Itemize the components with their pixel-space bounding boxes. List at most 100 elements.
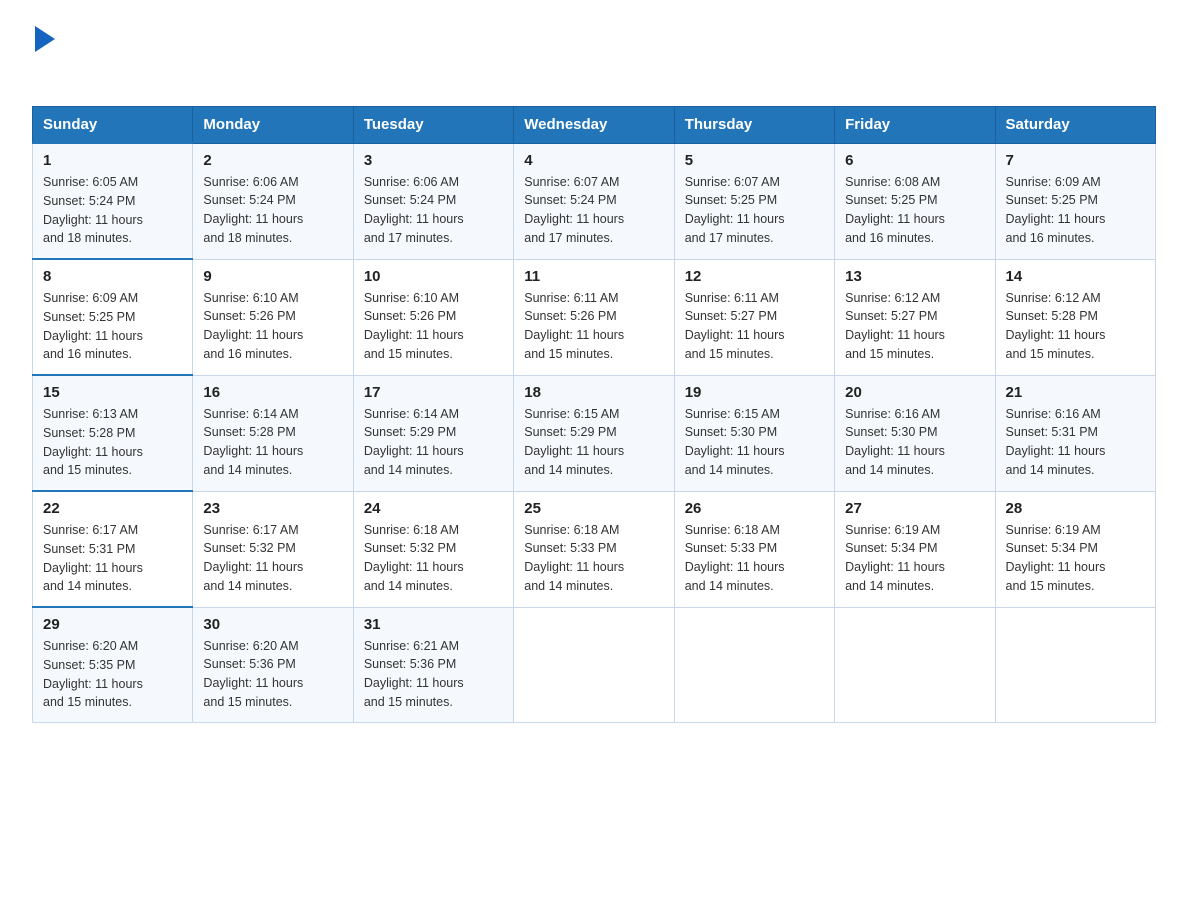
day-number: 9: [203, 268, 342, 285]
day-info: Sunrise: 6:17 AMSunset: 5:31 PMDaylight:…: [43, 521, 182, 596]
day-number: 16: [203, 384, 342, 401]
day-info: Sunrise: 6:16 AMSunset: 5:30 PMDaylight:…: [845, 405, 984, 480]
calendar-cell: 8 Sunrise: 6:09 AMSunset: 5:25 PMDayligh…: [33, 259, 193, 375]
day-number: 4: [524, 152, 663, 169]
calendar-cell: 28 Sunrise: 6:19 AMSunset: 5:34 PMDaylig…: [995, 491, 1155, 607]
day-number: 28: [1006, 500, 1145, 517]
calendar-cell: [674, 607, 834, 723]
calendar-week-row: 8 Sunrise: 6:09 AMSunset: 5:25 PMDayligh…: [33, 259, 1156, 375]
day-info: Sunrise: 6:20 AMSunset: 5:35 PMDaylight:…: [43, 637, 182, 712]
calendar-cell: 19 Sunrise: 6:15 AMSunset: 5:30 PMDaylig…: [674, 375, 834, 491]
calendar-cell: 2 Sunrise: 6:06 AMSunset: 5:24 PMDayligh…: [193, 143, 353, 259]
day-info: Sunrise: 6:10 AMSunset: 5:26 PMDaylight:…: [203, 289, 342, 364]
day-info: Sunrise: 6:07 AMSunset: 5:24 PMDaylight:…: [524, 173, 663, 248]
calendar-week-row: 1 Sunrise: 6:05 AMSunset: 5:24 PMDayligh…: [33, 143, 1156, 259]
day-number: 12: [685, 268, 824, 285]
day-number: 5: [685, 152, 824, 169]
calendar-cell: 16 Sunrise: 6:14 AMSunset: 5:28 PMDaylig…: [193, 375, 353, 491]
day-info: Sunrise: 6:14 AMSunset: 5:29 PMDaylight:…: [364, 405, 503, 480]
calendar-week-row: 15 Sunrise: 6:13 AMSunset: 5:28 PMDaylig…: [33, 375, 1156, 491]
calendar-cell: 12 Sunrise: 6:11 AMSunset: 5:27 PMDaylig…: [674, 259, 834, 375]
day-number: 11: [524, 268, 663, 285]
day-info: Sunrise: 6:11 AMSunset: 5:27 PMDaylight:…: [685, 289, 824, 364]
calendar-cell: 30 Sunrise: 6:20 AMSunset: 5:36 PMDaylig…: [193, 607, 353, 723]
day-info: Sunrise: 6:16 AMSunset: 5:31 PMDaylight:…: [1006, 405, 1145, 480]
day-number: 17: [364, 384, 503, 401]
day-number: 15: [43, 384, 182, 401]
day-info: Sunrise: 6:12 AMSunset: 5:28 PMDaylight:…: [1006, 289, 1145, 364]
calendar-cell: 23 Sunrise: 6:17 AMSunset: 5:32 PMDaylig…: [193, 491, 353, 607]
day-number: 1: [43, 152, 182, 169]
calendar-cell: 10 Sunrise: 6:10 AMSunset: 5:26 PMDaylig…: [353, 259, 513, 375]
day-info: Sunrise: 6:15 AMSunset: 5:30 PMDaylight:…: [685, 405, 824, 480]
day-info: Sunrise: 6:10 AMSunset: 5:26 PMDaylight:…: [364, 289, 503, 364]
day-info: Sunrise: 6:19 AMSunset: 5:34 PMDaylight:…: [1006, 521, 1145, 596]
day-number: 6: [845, 152, 984, 169]
calendar-cell: 29 Sunrise: 6:20 AMSunset: 5:35 PMDaylig…: [33, 607, 193, 723]
day-number: 8: [43, 268, 182, 285]
calendar-cell: 26 Sunrise: 6:18 AMSunset: 5:33 PMDaylig…: [674, 491, 834, 607]
day-number: 19: [685, 384, 824, 401]
day-info: Sunrise: 6:14 AMSunset: 5:28 PMDaylight:…: [203, 405, 342, 480]
calendar-cell: 4 Sunrise: 6:07 AMSunset: 5:24 PMDayligh…: [514, 143, 674, 259]
logo-arrow-icon: [35, 26, 55, 52]
calendar-cell: 25 Sunrise: 6:18 AMSunset: 5:33 PMDaylig…: [514, 491, 674, 607]
day-number: 14: [1006, 268, 1145, 285]
calendar-cell: 6 Sunrise: 6:08 AMSunset: 5:25 PMDayligh…: [835, 143, 995, 259]
day-info: Sunrise: 6:08 AMSunset: 5:25 PMDaylight:…: [845, 173, 984, 248]
day-info: Sunrise: 6:12 AMSunset: 5:27 PMDaylight:…: [845, 289, 984, 364]
calendar-cell: 1 Sunrise: 6:05 AMSunset: 5:24 PMDayligh…: [33, 143, 193, 259]
calendar-cell: 15 Sunrise: 6:13 AMSunset: 5:28 PMDaylig…: [33, 375, 193, 491]
header-wednesday: Wednesday: [514, 107, 674, 144]
calendar-cell: 7 Sunrise: 6:09 AMSunset: 5:25 PMDayligh…: [995, 143, 1155, 259]
day-info: Sunrise: 6:18 AMSunset: 5:33 PMDaylight:…: [685, 521, 824, 596]
day-number: 26: [685, 500, 824, 517]
header-saturday: Saturday: [995, 107, 1155, 144]
calendar-cell: 20 Sunrise: 6:16 AMSunset: 5:30 PMDaylig…: [835, 375, 995, 491]
day-number: 30: [203, 616, 342, 633]
header-thursday: Thursday: [674, 107, 834, 144]
day-number: 27: [845, 500, 984, 517]
day-info: Sunrise: 6:13 AMSunset: 5:28 PMDaylight:…: [43, 405, 182, 480]
day-number: 7: [1006, 152, 1145, 169]
day-info: Sunrise: 6:05 AMSunset: 5:24 PMDaylight:…: [43, 173, 182, 248]
day-number: 22: [43, 500, 182, 517]
calendar-cell: 17 Sunrise: 6:14 AMSunset: 5:29 PMDaylig…: [353, 375, 513, 491]
day-info: Sunrise: 6:15 AMSunset: 5:29 PMDaylight:…: [524, 405, 663, 480]
header-monday: Monday: [193, 107, 353, 144]
calendar-cell: 21 Sunrise: 6:16 AMSunset: 5:31 PMDaylig…: [995, 375, 1155, 491]
calendar-cell: 11 Sunrise: 6:11 AMSunset: 5:26 PMDaylig…: [514, 259, 674, 375]
calendar-table: SundayMondayTuesdayWednesdayThursdayFrid…: [32, 106, 1156, 723]
day-number: 25: [524, 500, 663, 517]
day-number: 23: [203, 500, 342, 517]
calendar-cell: [514, 607, 674, 723]
day-number: 13: [845, 268, 984, 285]
day-number: 31: [364, 616, 503, 633]
page-header: [32, 24, 1156, 88]
day-number: 3: [364, 152, 503, 169]
day-info: Sunrise: 6:07 AMSunset: 5:25 PMDaylight:…: [685, 173, 824, 248]
calendar-cell: 22 Sunrise: 6:17 AMSunset: 5:31 PMDaylig…: [33, 491, 193, 607]
calendar-cell: [995, 607, 1155, 723]
day-info: Sunrise: 6:06 AMSunset: 5:24 PMDaylight:…: [203, 173, 342, 248]
day-number: 18: [524, 384, 663, 401]
logo: [32, 24, 55, 88]
calendar-cell: 24 Sunrise: 6:18 AMSunset: 5:32 PMDaylig…: [353, 491, 513, 607]
day-info: Sunrise: 6:18 AMSunset: 5:32 PMDaylight:…: [364, 521, 503, 596]
day-number: 10: [364, 268, 503, 285]
day-number: 20: [845, 384, 984, 401]
calendar-cell: [835, 607, 995, 723]
header-friday: Friday: [835, 107, 995, 144]
day-info: Sunrise: 6:09 AMSunset: 5:25 PMDaylight:…: [43, 289, 182, 364]
calendar-cell: 9 Sunrise: 6:10 AMSunset: 5:26 PMDayligh…: [193, 259, 353, 375]
day-info: Sunrise: 6:09 AMSunset: 5:25 PMDaylight:…: [1006, 173, 1145, 248]
day-number: 21: [1006, 384, 1145, 401]
calendar-week-row: 29 Sunrise: 6:20 AMSunset: 5:35 PMDaylig…: [33, 607, 1156, 723]
calendar-cell: 5 Sunrise: 6:07 AMSunset: 5:25 PMDayligh…: [674, 143, 834, 259]
calendar-cell: 18 Sunrise: 6:15 AMSunset: 5:29 PMDaylig…: [514, 375, 674, 491]
calendar-header-row: SundayMondayTuesdayWednesdayThursdayFrid…: [33, 107, 1156, 144]
calendar-cell: 3 Sunrise: 6:06 AMSunset: 5:24 PMDayligh…: [353, 143, 513, 259]
calendar-cell: 27 Sunrise: 6:19 AMSunset: 5:34 PMDaylig…: [835, 491, 995, 607]
day-info: Sunrise: 6:17 AMSunset: 5:32 PMDaylight:…: [203, 521, 342, 596]
header-sunday: Sunday: [33, 107, 193, 144]
